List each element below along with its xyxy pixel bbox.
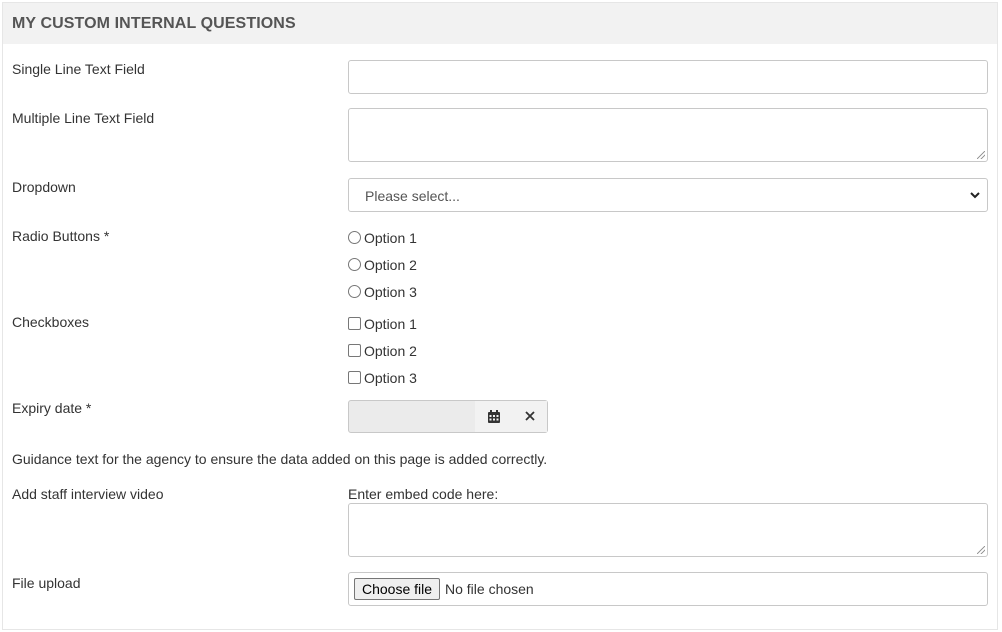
radio-option-label: Option 3 [364,284,417,300]
checkbox[interactable] [348,371,361,384]
resize-grip-icon[interactable] [977,546,985,554]
radio-option-3[interactable]: Option 3 [348,284,417,300]
radio-option-2[interactable]: Option 2 [348,257,417,273]
radio-option-label: Option 1 [364,230,417,246]
single-line-label: Single Line Text Field [12,61,145,77]
single-line-input[interactable] [348,60,988,94]
calendar-icon [488,410,500,423]
file-upload-label: File upload [12,575,81,591]
dropdown-label: Dropdown [12,179,76,195]
radio-option-1[interactable]: Option 1 [348,230,417,246]
dropdown-select[interactable]: Please select... [348,178,988,212]
close-icon [525,411,535,421]
panel-title: MY CUSTOM INTERNAL QUESTIONS [12,15,296,32]
checkbox-option-label: Option 3 [364,370,417,386]
multi-line-label: Multiple Line Text Field [12,110,155,126]
guidance-text: Guidance text for the agency to ensure t… [12,451,548,467]
file-status-text: No file chosen [445,581,534,597]
radio-button[interactable] [348,285,361,298]
video-label: Add staff interview video [12,486,164,502]
checkbox[interactable] [348,344,361,357]
multi-line-textarea[interactable] [348,108,988,162]
checkbox-option-label: Option 2 [364,343,417,359]
dropdown-selected-value: Please select... [365,188,460,204]
calendar-button[interactable] [475,401,513,432]
checkbox-option-1[interactable]: Option 1 [348,316,417,332]
checkbox-option-label: Option 1 [364,316,417,332]
checkbox-option-3[interactable]: Option 3 [348,370,417,386]
panel-header: MY CUSTOM INTERNAL QUESTIONS [3,3,997,44]
embed-code-label: Enter embed code here: [348,486,499,502]
file-upload-field[interactable]: Choose file No file chosen [348,572,988,606]
chevron-down-icon [970,192,980,199]
resize-grip-icon[interactable] [977,151,985,159]
clear-date-button[interactable] [512,401,547,432]
expiry-date-input[interactable] [349,401,476,432]
choose-file-button[interactable]: Choose file [354,578,441,600]
radio-button[interactable] [348,258,361,271]
embed-code-textarea[interactable] [348,503,988,557]
radio-label: Radio Buttons * [12,228,110,244]
checkboxes-label: Checkboxes [12,314,90,330]
radio-option-label: Option 2 [364,257,417,273]
custom-questions-panel: MY CUSTOM INTERNAL QUESTIONS Single Line… [2,2,998,630]
expiry-date-picker [348,400,548,433]
checkbox[interactable] [348,317,361,330]
checkbox-option-2[interactable]: Option 2 [348,343,417,359]
expiry-date-label: Expiry date * [12,400,92,416]
radio-button[interactable] [348,231,361,244]
